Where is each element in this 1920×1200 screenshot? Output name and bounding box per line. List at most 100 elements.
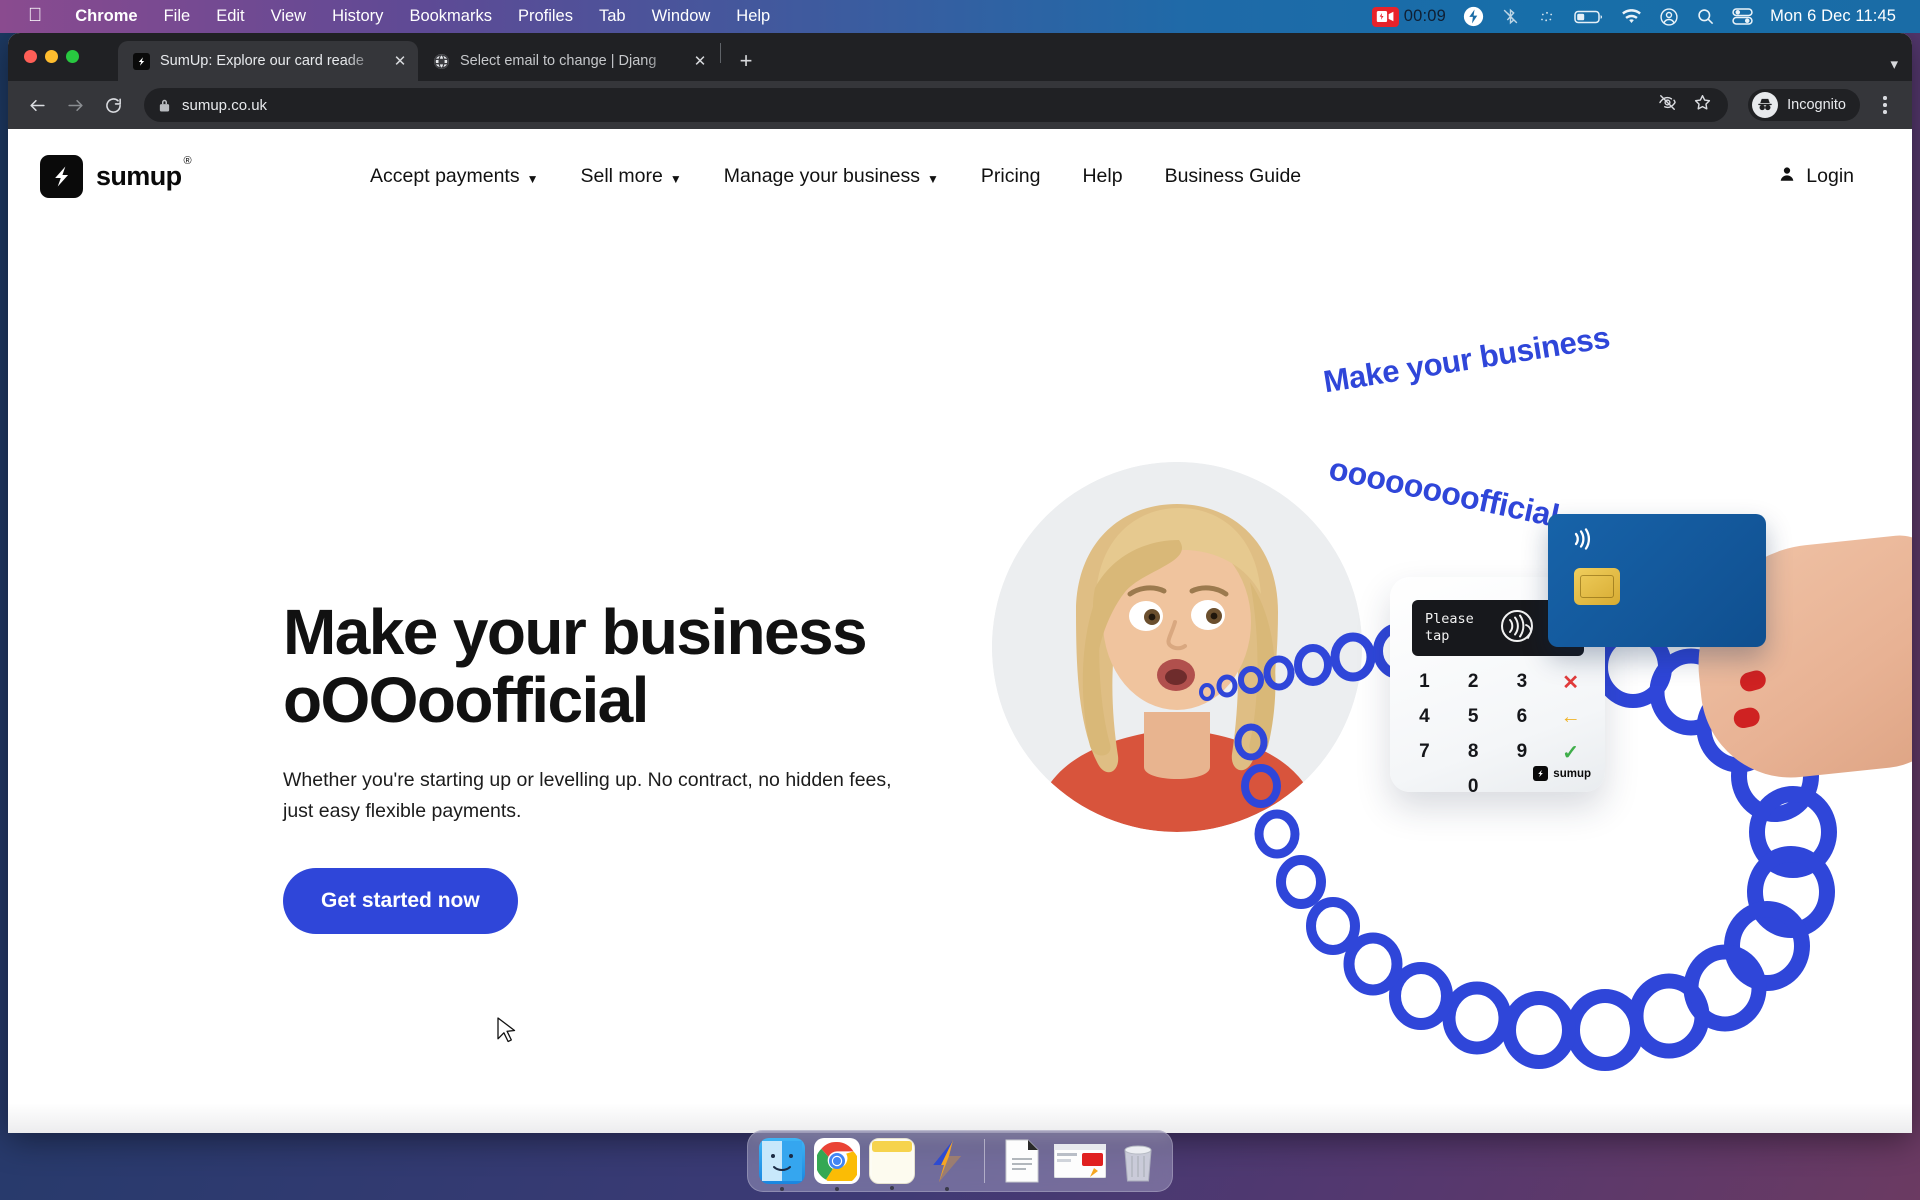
mouse-cursor	[497, 1017, 517, 1050]
dock-item-flash-app[interactable]	[924, 1138, 970, 1191]
hero-illustration: Make your business oooooooofficial Pleas…	[992, 224, 1912, 1133]
spotlight-search-icon[interactable]	[1696, 7, 1715, 26]
menu-item-window[interactable]: Window	[639, 7, 724, 26]
address-bar[interactable]: sumup.co.uk	[144, 88, 1729, 122]
chevron-down-icon: ▼	[926, 171, 939, 186]
screen-recording-icon	[1371, 6, 1399, 27]
menu-item-tab[interactable]: Tab	[586, 7, 639, 26]
keypad-key-confirm: ✓	[1562, 741, 1579, 764]
keypad-key-9: 9	[1516, 741, 1528, 762]
screen-recording-indicator[interactable]: 00:09	[1371, 6, 1446, 27]
nav-item-business-guide[interactable]: Business Guide	[1144, 155, 1323, 198]
hero-copy: Make your business oOOoofficial Whether …	[283, 596, 963, 935]
eye-off-icon[interactable]	[1658, 93, 1677, 117]
dock-item-google-chrome[interactable]	[814, 1138, 860, 1191]
reader-display-line-1: Please	[1425, 611, 1474, 628]
browser-tab-django[interactable]: Select email to change | Djang ✕	[418, 41, 718, 81]
chevron-down-icon: ▼	[526, 171, 539, 186]
headline-line-2: oOOoofficial	[283, 663, 649, 736]
nav-item-manage-your-business[interactable]: Manage your business ▼	[703, 155, 960, 198]
keyboard-brightness-icon[interactable]	[1537, 7, 1557, 27]
dock-item-stickies[interactable]	[869, 1138, 915, 1190]
running-indicator	[890, 1186, 894, 1190]
keypad-key-8: 8	[1467, 741, 1479, 762]
sumup-brand-logo[interactable]: sumup ®	[40, 155, 192, 198]
incognito-icon	[1752, 92, 1779, 118]
browser-toolbar: sumup.co.uk Incognito	[8, 81, 1912, 129]
menu-item-profiles[interactable]: Profiles	[505, 7, 586, 26]
control-center-icon[interactable]	[1732, 8, 1753, 25]
dock-item-trash[interactable]	[1115, 1138, 1161, 1184]
window-close-button[interactable]	[24, 50, 37, 63]
menu-bar-clock[interactable]: Mon 6 Dec 11:45	[1770, 7, 1896, 26]
brand-wordmark: sumup ®	[96, 155, 192, 192]
window-minimize-button[interactable]	[45, 50, 58, 63]
window-controls[interactable]	[24, 50, 79, 63]
dock-item-finder[interactable]	[759, 1138, 805, 1191]
menu-item-history[interactable]: History	[319, 7, 396, 26]
chevron-down-icon[interactable]: ▾	[1890, 55, 1898, 73]
main-navigation: Accept payments ▼ Sell more ▼ Manage you…	[349, 155, 1322, 198]
keypad-key-5: 5	[1467, 706, 1479, 727]
flash-icon[interactable]	[1463, 6, 1484, 27]
menu-item-edit[interactable]: Edit	[203, 7, 257, 26]
incognito-profile-button[interactable]: Incognito	[1748, 89, 1860, 121]
user-icon	[1778, 165, 1796, 189]
kebab-menu-icon[interactable]	[1870, 88, 1900, 122]
login-button[interactable]: Login	[1778, 165, 1882, 189]
tab-title: SumUp: Explore our card reade	[160, 53, 364, 69]
menu-item-view[interactable]: View	[258, 7, 319, 26]
nav-item-accept-payments[interactable]: Accept payments ▼	[349, 155, 559, 198]
tab-search-area: ▾	[1890, 55, 1912, 81]
chevron-down-icon: ▼	[669, 171, 682, 186]
nav-item-pricing[interactable]: Pricing	[960, 155, 1062, 198]
sumup-favicon	[132, 52, 150, 70]
nav-label: Sell more	[580, 165, 663, 187]
fingernail	[1737, 668, 1769, 694]
menu-item-file[interactable]: File	[151, 7, 204, 26]
dock-item-screenshot-thumbnail[interactable]	[1054, 1138, 1106, 1184]
chrome-window: SumUp: Explore our card reade ✕ Select e…	[8, 33, 1912, 1133]
hero-section: Make your business oOOoofficial Whether …	[8, 224, 1912, 1133]
reload-icon[interactable]	[96, 88, 130, 122]
tab-close-icon[interactable]: ✕	[390, 51, 410, 71]
keypad-key-3: 3	[1516, 671, 1528, 692]
control-center-user-icon[interactable]	[1659, 7, 1679, 27]
tab-strip: SumUp: Explore our card reade ✕ Select e…	[8, 33, 1912, 81]
window-maximize-button[interactable]	[66, 50, 79, 63]
dock-divider	[984, 1139, 985, 1183]
keypad-key-1: 1	[1419, 671, 1430, 692]
keypad-blank	[1400, 772, 1449, 802]
wifi-icon[interactable]	[1621, 8, 1642, 25]
get-started-button[interactable]: Get started now	[283, 868, 518, 935]
hero-subheading: Whether you're starting up or levelling …	[283, 768, 892, 823]
apple-logo-icon[interactable]: 	[28, 6, 42, 25]
dock-item-document-file[interactable]	[999, 1138, 1045, 1184]
browser-tab-sumup[interactable]: SumUp: Explore our card reade ✕	[118, 41, 418, 81]
headline-line-1: Make your business	[283, 596, 868, 668]
star-icon[interactable]	[1693, 93, 1712, 117]
running-indicator	[835, 1187, 839, 1191]
reader-brand-name: sumup	[1553, 767, 1591, 780]
reader-keypad: 1 2 3 ✕ 4 5 6 ← 7 8 9 ✓ 0	[1400, 667, 1595, 802]
bluetooth-off-icon[interactable]	[1501, 7, 1520, 26]
tab-close-icon[interactable]: ✕	[690, 51, 710, 71]
web-page: sumup ® Accept payments ▼ Sell more ▼ Man…	[8, 129, 1912, 1133]
url-text[interactable]: sumup.co.uk	[182, 97, 267, 114]
new-tab-button[interactable]: +	[731, 46, 761, 76]
card-chip-icon	[1574, 568, 1620, 605]
fingernail	[1732, 705, 1762, 730]
battery-icon[interactable]	[1574, 9, 1604, 25]
tab-title: Select email to change | Djang	[460, 53, 657, 69]
menu-item-chrome[interactable]: Chrome	[62, 7, 150, 26]
page-bottom-shadow	[8, 1103, 1912, 1133]
menu-item-help[interactable]: Help	[723, 7, 783, 26]
reader-brand-logo: sumup	[1533, 766, 1591, 781]
nav-item-sell-more[interactable]: Sell more ▼	[560, 155, 703, 198]
forward-arrow-icon[interactable]	[58, 88, 92, 122]
mac-dock	[747, 1130, 1173, 1192]
menu-item-bookmarks[interactable]: Bookmarks	[396, 7, 505, 26]
back-arrow-icon[interactable]	[20, 88, 54, 122]
nav-item-help[interactable]: Help	[1061, 155, 1143, 198]
globe-favicon	[432, 52, 450, 70]
